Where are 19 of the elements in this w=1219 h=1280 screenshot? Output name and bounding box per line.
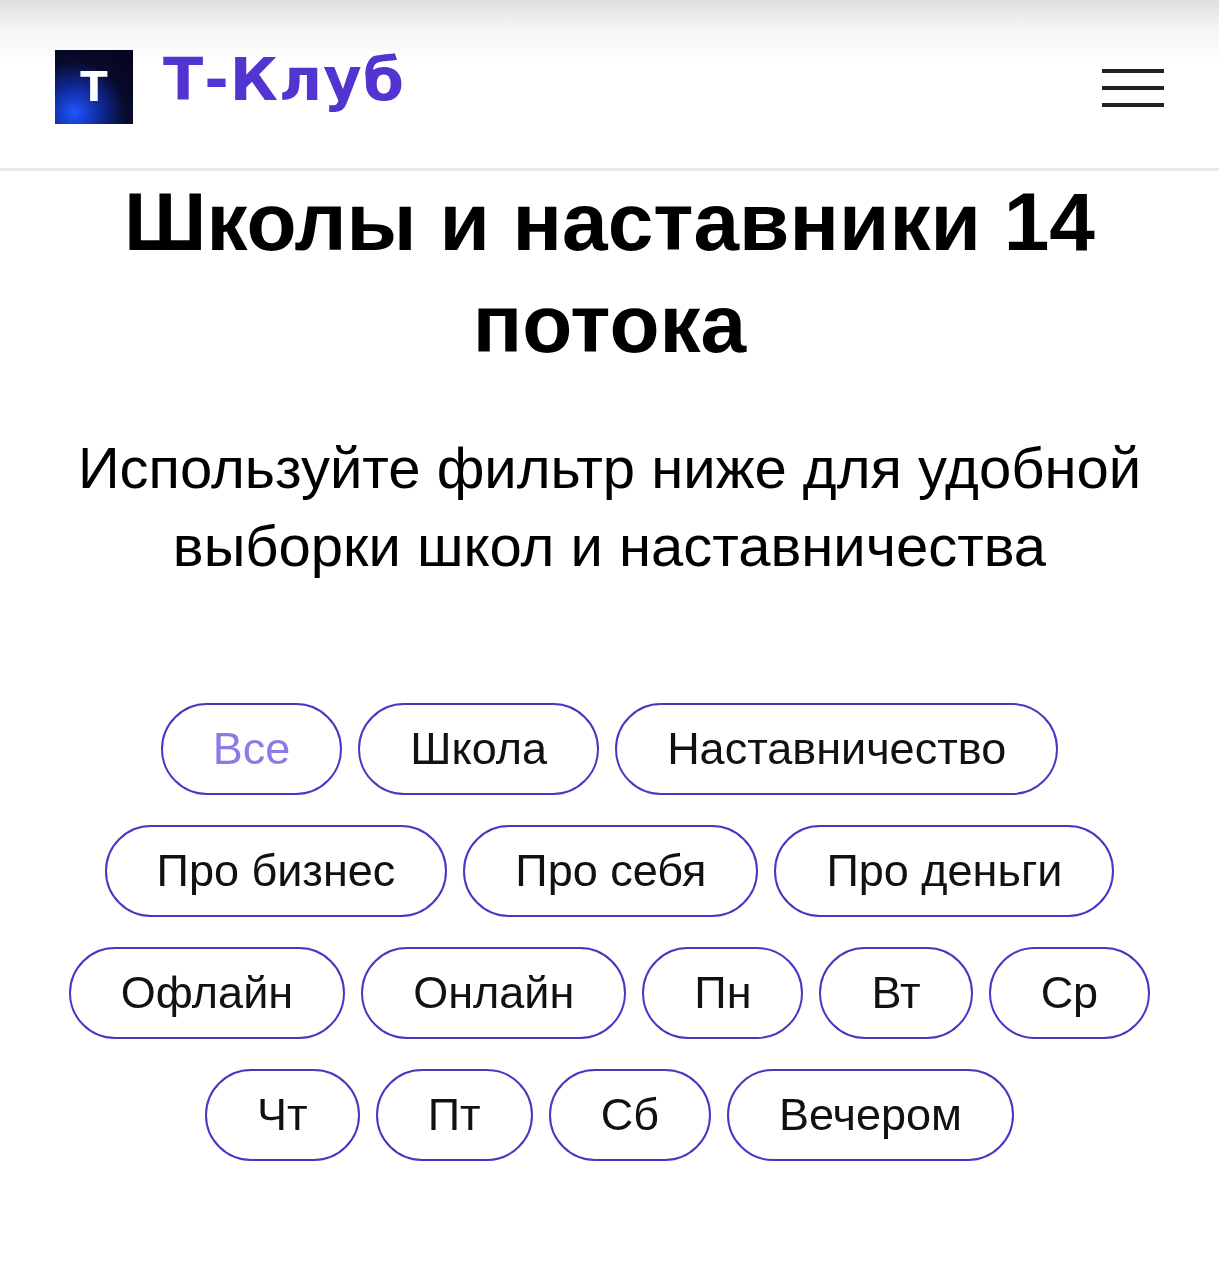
filter-chip[interactable]: Сб <box>548 1069 711 1161</box>
logo-tile[interactable]: Т <box>55 50 133 124</box>
page-subtitle: Используйте фильтр ниже для удобной выборки школ и наставничества <box>76 434 1143 580</box>
filter-chip[interactable]: Наставничество <box>615 703 1059 795</box>
menu-button[interactable] <box>1102 68 1164 108</box>
filter-chip[interactable]: Школа <box>358 703 600 795</box>
filter-chip[interactable]: Про бизнес <box>104 825 448 917</box>
brand-name[interactable]: Т-Клуб <box>163 44 405 114</box>
filter-chip[interactable]: Пт <box>375 1069 533 1161</box>
page-title: Школы и наставники 14 потока <box>123 175 1096 371</box>
filter-chip[interactable]: Пн <box>642 947 804 1039</box>
filter-chip[interactable]: Про деньги <box>774 825 1115 917</box>
filter-chip[interactable]: Ср <box>988 947 1151 1039</box>
filter-chip[interactable]: Вечером <box>726 1069 1014 1161</box>
filter-chip[interactable]: Чт <box>205 1069 360 1161</box>
filter-chip[interactable]: Офлайн <box>68 947 346 1039</box>
filter-chip[interactable]: Про себя <box>463 825 759 917</box>
filter-chip[interactable]: Онлайн <box>361 947 627 1039</box>
filter-chip[interactable]: Вт <box>819 947 973 1039</box>
